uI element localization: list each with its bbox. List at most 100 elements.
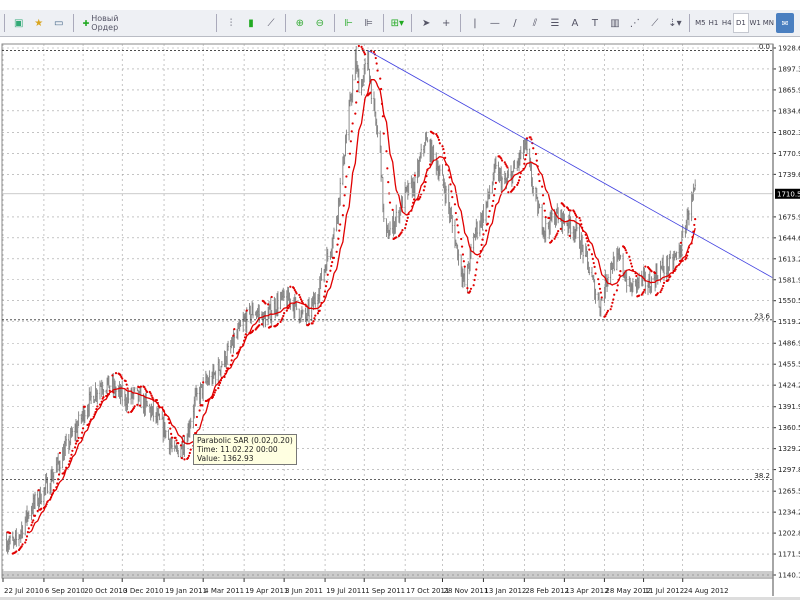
sar-dot (37, 489, 40, 492)
zoom-in-icon[interactable]: ⊕ (291, 13, 309, 33)
timeframe-h4[interactable]: H4 (720, 14, 733, 32)
sar-dot (198, 409, 201, 412)
sar-dot (58, 451, 62, 455)
sar-dot (188, 451, 191, 455)
timeframe-w1[interactable]: W1 (749, 14, 762, 32)
sar-dot (208, 398, 211, 401)
gann-icon[interactable]: ⋰ (626, 13, 644, 33)
x-tick-label: 6 Sep 2010 (45, 587, 85, 595)
sar-dot (444, 156, 447, 159)
x-tick-label: 19 Jan 2011 (165, 587, 207, 595)
sar-dot (243, 336, 247, 339)
sar-dot (475, 268, 478, 271)
sar-dot (407, 212, 410, 216)
sar-dot (543, 209, 546, 212)
sar-dot (598, 287, 602, 290)
y-tick-label: 1265.55 (778, 488, 800, 496)
sar-dot (195, 415, 199, 419)
pitchfork-icon[interactable]: ⟋ (646, 13, 664, 33)
timeframe-mn[interactable]: MN (762, 14, 775, 32)
sar-dot (448, 176, 451, 179)
sar-dot (532, 147, 535, 150)
sar-dot (218, 383, 221, 387)
sar-dot (411, 205, 414, 208)
new-order-button[interactable]: ✚ Новый Ордер (79, 13, 138, 33)
sar-dot (381, 115, 384, 118)
sar-dot (342, 204, 345, 207)
sar-dot (609, 308, 612, 311)
new-chart-icon[interactable]: ▣ (10, 13, 28, 33)
sar-dot (238, 348, 241, 351)
trendline-icon[interactable]: / (506, 13, 524, 33)
sar-dot (534, 152, 538, 156)
sar-dot (686, 250, 690, 253)
sar-dot (225, 369, 228, 373)
sar-dot (382, 132, 385, 135)
sar-dot (139, 385, 143, 388)
autoscroll-icon[interactable]: ⊩ (340, 13, 358, 33)
indicators-icon[interactable]: ⊞▾ (388, 13, 406, 33)
sar-dot (68, 460, 71, 463)
arrows-icon[interactable]: ⇣▾ (666, 13, 684, 33)
candles-icon[interactable]: ▮ (242, 13, 260, 33)
sar-dot (484, 229, 488, 232)
chat-icon[interactable]: ✉ (776, 13, 795, 33)
sar-dot (133, 405, 136, 408)
sar-dot (618, 274, 621, 277)
grid-icon[interactable]: ▥ (606, 13, 624, 33)
sar-dot (412, 201, 415, 204)
crosshair-icon[interactable]: + (437, 13, 455, 33)
sar-dot (516, 183, 519, 186)
y-tick-label: 1297.85 (778, 466, 800, 474)
fibo-level-label: 0.0 (759, 43, 770, 51)
y-tick-label: 1234.20 (778, 509, 800, 517)
sar-dot (553, 237, 556, 240)
timeframe-h1[interactable]: H1 (707, 14, 720, 32)
sar-dot (619, 270, 622, 273)
sar-dot (81, 427, 85, 430)
sar-dot (444, 163, 448, 166)
sar-dot (517, 179, 521, 182)
sar-dot (661, 287, 664, 290)
window-icon[interactable]: ▭ (50, 13, 68, 33)
profiles-icon[interactable]: ★ (30, 13, 48, 33)
sar-dot (669, 275, 672, 278)
sar-dot (575, 215, 578, 219)
sar-dot (432, 132, 435, 135)
sar-dot (559, 227, 562, 230)
channel-icon[interactable]: ⫽ (526, 13, 544, 33)
fibonacci-icon[interactable]: ☰ (546, 13, 564, 33)
sar-dot (643, 288, 646, 291)
timeframe-d1[interactable]: D1 (733, 13, 749, 33)
sar-dot (177, 442, 180, 445)
sar-dot (522, 167, 525, 171)
sar-dot (202, 381, 205, 384)
cursor-icon[interactable]: ➤ (417, 13, 435, 33)
sar-dot (183, 458, 186, 461)
sar-dot (413, 174, 417, 177)
sar-dot (57, 473, 61, 476)
bar-chart-icon[interactable]: ⫶ (222, 13, 240, 33)
sar-dot (486, 222, 489, 225)
label-icon[interactable]: T (586, 13, 604, 33)
sar-dot (613, 293, 616, 296)
sar-dot (167, 418, 170, 421)
sar-dot (578, 216, 581, 220)
sar-dot (20, 545, 23, 548)
vertical-line-icon[interactable]: | (466, 13, 484, 33)
price-chart[interactable]: 1928.65 1897.30 1865.95 1834.60 1802.30 1770.… (0, 37, 800, 597)
timeframe-m5[interactable]: M5 (694, 14, 707, 32)
sar-dot (593, 265, 596, 269)
sar-dot (487, 215, 490, 218)
line-chart-icon[interactable]: ⟋ (262, 13, 280, 33)
sar-dot (282, 314, 285, 318)
horizontal-line-icon[interactable]: — (486, 13, 504, 33)
sar-dot (307, 322, 311, 326)
sar-dot (385, 150, 388, 153)
text-icon[interactable]: A (566, 13, 584, 33)
sar-dot (654, 272, 657, 275)
chart-shift-icon[interactable]: ⊫ (360, 13, 378, 33)
sar-dot (544, 215, 547, 219)
x-tick-label: 3 Jun 2011 (285, 587, 323, 595)
zoom-out-icon[interactable]: ⊖ (311, 13, 329, 33)
